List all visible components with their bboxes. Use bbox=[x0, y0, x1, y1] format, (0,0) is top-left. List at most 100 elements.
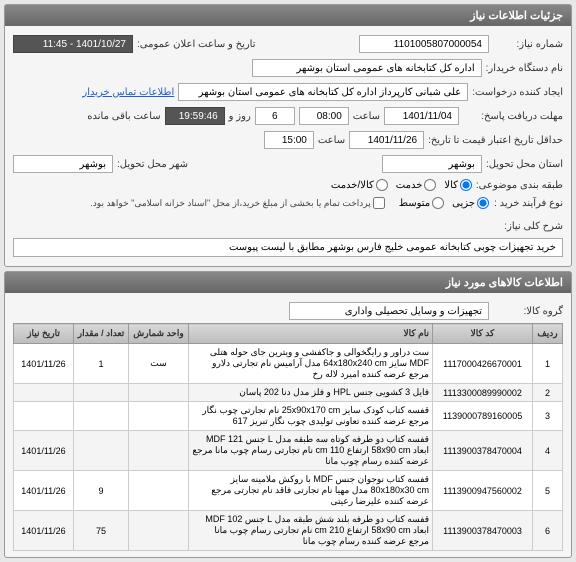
cell-qty bbox=[74, 431, 129, 471]
radio-small[interactable]: جزیی bbox=[452, 197, 489, 209]
cell-row: 2 bbox=[533, 384, 563, 402]
table-row[interactable]: 21113300089990002فایل 3 کشویی جنس HPL و … bbox=[14, 384, 563, 402]
subject-radio-group: کالا خدمت کالا/خدمت bbox=[331, 179, 472, 191]
buyer-name-value: اداره کل کتابخانه های عمومی استان بوشهر bbox=[252, 59, 482, 77]
cell-row: 6 bbox=[533, 511, 563, 551]
table-row[interactable]: 31139000789160005قفسه کتاب کودک سایز 25x… bbox=[14, 402, 563, 431]
cell-date: 1401/11/26 bbox=[14, 431, 74, 471]
buyer-name-label: نام دستگاه خریدار: bbox=[486, 63, 563, 74]
goods-group-value: تجهیزات و وسایل تحصیلی واداری bbox=[289, 302, 489, 320]
need-info-panel: جزئیات اطلاعات نیاز شماره نیاز: 11010058… bbox=[4, 4, 572, 267]
table-row[interactable]: 41113900378470004قفسه کتاب دو طرفه کوتاه… bbox=[14, 431, 563, 471]
exec-province-value: بوشهر bbox=[382, 155, 482, 173]
contact-link[interactable]: اطلاعات تماس خریدار bbox=[82, 87, 174, 98]
th-row[interactable]: ردیف bbox=[533, 324, 563, 344]
cell-qty bbox=[74, 402, 129, 431]
reply-deadline-time: 08:00 bbox=[299, 107, 349, 125]
radio-medium[interactable]: متوسط bbox=[399, 197, 444, 209]
cell-code: 1113300089990002 bbox=[433, 384, 533, 402]
cell-qty bbox=[74, 384, 129, 402]
cell-name: قفسه کتاب دو طرفه بلند شش طبقه مدل L جنس… bbox=[189, 511, 433, 551]
radio-kala-input[interactable] bbox=[460, 179, 472, 191]
cell-name: قفسه کتاب کودک سایز 25x90x170 cm نام تجا… bbox=[189, 402, 433, 431]
cell-date bbox=[14, 384, 74, 402]
cell-qty: 1 bbox=[74, 344, 129, 384]
cell-date bbox=[14, 402, 74, 431]
cell-row: 3 bbox=[533, 402, 563, 431]
creator-value: علی شبانی کارپرداز اداره کل کتابخانه های… bbox=[178, 83, 468, 101]
cell-code: 1139000789160005 bbox=[433, 402, 533, 431]
cell-unit bbox=[129, 431, 189, 471]
goods-table: ردیف کد کالا نام کالا واحد شمارش تعداد /… bbox=[13, 323, 563, 551]
subject-group-label: طبقه بندی موضوعی: bbox=[476, 180, 563, 191]
table-row[interactable]: 61113900378470003قفسه کتاب دو طرفه بلند … bbox=[14, 511, 563, 551]
days-lbl2: ساعت باقی مانده bbox=[87, 111, 160, 122]
announce-datetime-value: 1401/10/27 - 11:45 bbox=[13, 35, 133, 53]
th-unit[interactable]: واحد شمارش bbox=[129, 324, 189, 344]
cell-row: 1 bbox=[533, 344, 563, 384]
th-code[interactable]: کد کالا bbox=[433, 324, 533, 344]
exec-province-label: استان محل تحویل: bbox=[486, 159, 563, 170]
radio-medium-input[interactable] bbox=[432, 197, 444, 209]
goods-panel-body: گروه کالا: تجهیزات و وسایل تحصیلی واداری… bbox=[5, 293, 571, 557]
days-remaining: 6 bbox=[255, 107, 295, 125]
cell-qty: 75 bbox=[74, 511, 129, 551]
need-info-header[interactable]: جزئیات اطلاعات نیاز bbox=[5, 5, 571, 26]
cell-date: 1401/11/26 bbox=[14, 511, 74, 551]
table-row[interactable]: 11117000426670001ست دراور و رایگخوالی و … bbox=[14, 344, 563, 384]
cell-name: فایل 3 کشویی جنس HPL و فلز مدل دنا 202 پ… bbox=[189, 384, 433, 402]
validity-date: 1401/11/26 bbox=[349, 131, 424, 149]
radio-khedmat-input[interactable] bbox=[424, 179, 436, 191]
need-info-body: شماره نیاز: 1101005807000054 تاریخ و ساع… bbox=[5, 26, 571, 266]
table-header-row: ردیف کد کالا نام کالا واحد شمارش تعداد /… bbox=[14, 324, 563, 344]
goods-panel-header[interactable]: اطلاعات کالاهای مورد نیاز bbox=[5, 272, 571, 293]
radio-kala[interactable]: کالا bbox=[444, 179, 472, 191]
th-name[interactable]: نام کالا bbox=[189, 324, 433, 344]
radio-both[interactable]: کالا/خدمت bbox=[331, 179, 388, 191]
announce-datetime-label: تاریخ و ساعت اعلان عمومی: bbox=[137, 39, 256, 50]
reply-time-lbl: ساعت bbox=[353, 111, 380, 122]
cell-code: 1113900378470003 bbox=[433, 511, 533, 551]
validity-label: حداقل تاریخ اعتبار قیمت تا تاریخ: bbox=[428, 135, 563, 146]
cell-unit bbox=[129, 384, 189, 402]
radio-both-lbl: کالا/خدمت bbox=[331, 180, 374, 191]
table-row[interactable]: 51113900947560002قفسه کتاب نوجوان جنس MD… bbox=[14, 471, 563, 511]
partial-payment-lbl: پرداخت تمام یا بخشی از مبلغ خرید،از محل … bbox=[90, 198, 370, 209]
validity-time-lbl: ساعت bbox=[318, 135, 345, 146]
partial-payment-checkbox[interactable] bbox=[373, 197, 385, 209]
goods-panel: اطلاعات کالاهای مورد نیاز گروه کالا: تجه… bbox=[4, 271, 572, 558]
time-remaining: 19:59:46 bbox=[165, 107, 225, 125]
cell-unit bbox=[129, 511, 189, 551]
validity-time: 15:00 bbox=[264, 131, 314, 149]
cell-unit bbox=[129, 471, 189, 511]
radio-khedmat[interactable]: خدمت bbox=[396, 179, 437, 191]
need-number-label: شماره نیاز: bbox=[493, 39, 563, 50]
cell-code: 1113900947560002 bbox=[433, 471, 533, 511]
th-qty[interactable]: تعداد / مقدار bbox=[74, 324, 129, 344]
goods-group-label: گروه کالا: bbox=[493, 306, 563, 317]
creator-label: ایجاد کننده درخواست: bbox=[472, 87, 563, 98]
reply-deadline-date: 1401/11/04 bbox=[384, 107, 459, 125]
cell-name: قفسه کتاب دو طرفه کوتاه سه طبقه مدل L جن… bbox=[189, 431, 433, 471]
radio-khedmat-lbl: خدمت bbox=[396, 180, 423, 191]
cell-unit bbox=[129, 402, 189, 431]
th-date[interactable]: تاریخ نیاز bbox=[14, 324, 74, 344]
cell-row: 5 bbox=[533, 471, 563, 511]
radio-small-input[interactable] bbox=[477, 197, 489, 209]
cell-name: قفسه کتاب نوجوان جنس MDF با روکش ملامینه… bbox=[189, 471, 433, 511]
cell-code: 1117000426670001 bbox=[433, 344, 533, 384]
radio-small-lbl: جزیی bbox=[452, 198, 475, 209]
cell-name: ست دراور و رایگخوالی و جاکفشی و ویترین ج… bbox=[189, 344, 433, 384]
exec-city-value: بوشهر bbox=[13, 155, 113, 173]
days-lbl1: روز و bbox=[229, 111, 251, 122]
description-input[interactable] bbox=[13, 238, 563, 257]
radio-both-input[interactable] bbox=[376, 179, 388, 191]
reply-deadline-label: مهلت دریافت پاسخ: bbox=[463, 111, 563, 122]
radio-medium-lbl: متوسط bbox=[399, 198, 430, 209]
purchase-type-label: نوع فرآیند خرید : bbox=[493, 198, 563, 209]
cell-date: 1401/11/26 bbox=[14, 471, 74, 511]
partial-payment-check[interactable]: پرداخت تمام یا بخشی از مبلغ خرید،از محل … bbox=[90, 197, 384, 209]
cell-row: 4 bbox=[533, 431, 563, 471]
cell-code: 1113900378470004 bbox=[433, 431, 533, 471]
exec-city-label: شهر محل تحویل: bbox=[117, 159, 188, 170]
